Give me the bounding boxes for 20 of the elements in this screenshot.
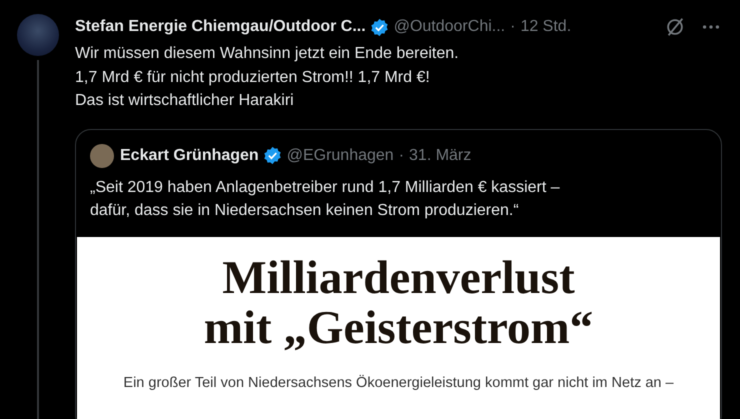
slashed-circle-icon[interactable] xyxy=(664,16,686,38)
subheadline: Ein großer Teil von Niedersachsens Ökoenergieleistung kommt gar nicht im Netz an – xyxy=(123,374,674,390)
post-text: Das ist wirtschaftlicher Harakiri xyxy=(75,91,295,111)
post-text: Wir müssen diesem Wahnsinn jetzt ein Ende bereiten. xyxy=(75,44,460,64)
separator-dot: · xyxy=(510,18,516,36)
author-name[interactable]: Stefan Energie Chiemgau/Outdoor C... xyxy=(75,18,366,36)
quoted-post-text: „Seit 2019 haben Anlagenbetreiber rund 1,7 Milliarden € kassiert – xyxy=(90,178,561,198)
headline: Milliardenverlust xyxy=(222,252,575,302)
quoted-post-text: dafür, dass sie in Niedersachsen keinen Strom produzieren.“ xyxy=(90,201,520,221)
separator-dot: · xyxy=(398,146,404,164)
quoted-post-card[interactable] xyxy=(75,128,722,419)
avatar[interactable] xyxy=(90,144,114,168)
author-name[interactable]: Eckart Grünhagen xyxy=(120,146,259,164)
headline: mit „Geisterstrom“ xyxy=(204,302,594,352)
newspaper-clipping[interactable]: Milliardenverlust mit „Geisterstrom“ Ein großer Teil von Niedersachsens Ökoenergieleistung kommt gar nicht im Netz an – xyxy=(77,236,720,419)
post-text: 1,7 Mrd € für nicht produzierten Strom!! 1,7 Mrd €! xyxy=(75,68,431,88)
post-time[interactable]: 12 Std. xyxy=(520,18,572,36)
author-handle[interactable]: @OutdoorChi... xyxy=(394,18,506,36)
author-handle[interactable]: @EGrunhagen xyxy=(286,146,394,164)
post-time[interactable]: 31. März xyxy=(409,146,472,164)
